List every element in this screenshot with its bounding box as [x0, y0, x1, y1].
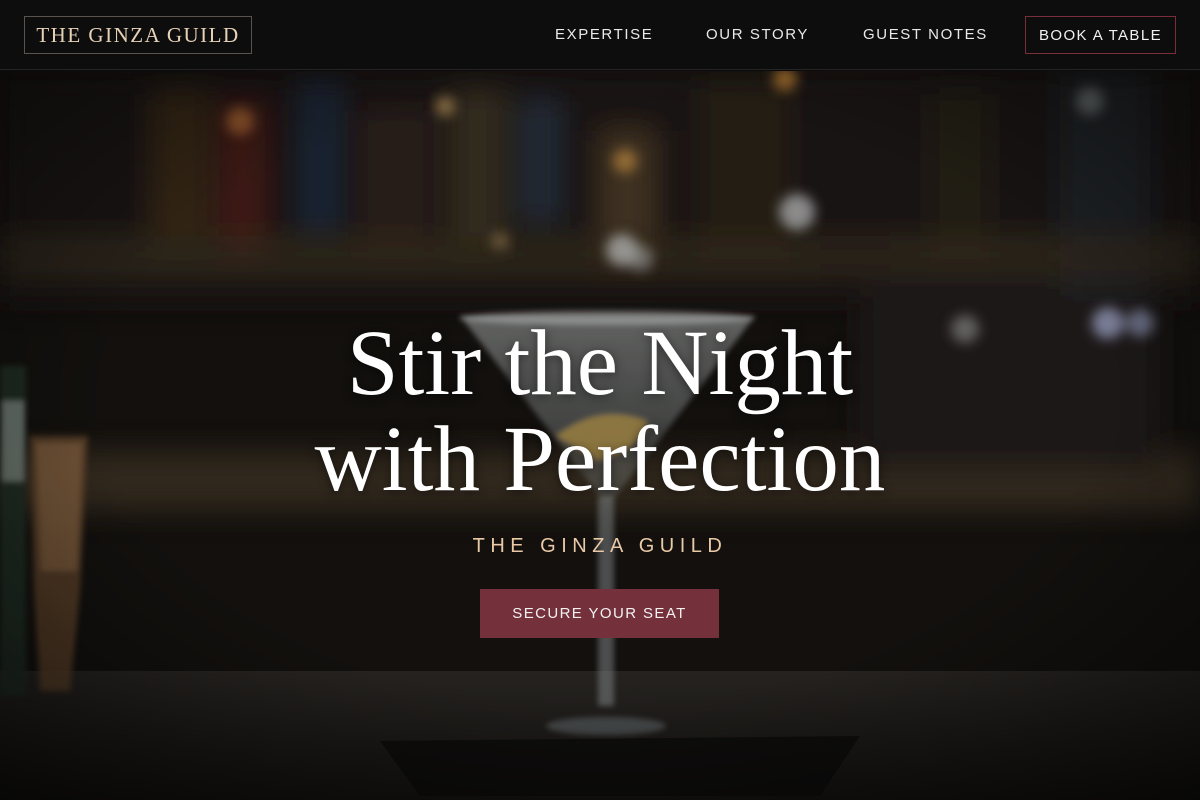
hero-section: Stir the Night with Perfection THE GINZA… [0, 71, 1200, 800]
book-table-button[interactable]: BOOK A TABLE [1025, 16, 1176, 54]
secure-seat-button[interactable]: SECURE YOUR SEAT [480, 589, 719, 638]
hero-tagline: THE GINZA GUILD [472, 535, 728, 557]
site-header: THE GINZA GUILD EXPERTISE OUR STORY GUES… [0, 0, 1200, 70]
hero-headline: Stir the Night with Perfection [200, 316, 1000, 508]
headline-line-1: Stir the Night [346, 312, 854, 415]
nav-link-guest-notes[interactable]: GUEST NOTES [863, 24, 988, 46]
headline-line-2: with Perfection [314, 408, 886, 511]
logo[interactable]: THE GINZA GUILD [24, 16, 252, 54]
nav-link-expertise[interactable]: EXPERTISE [555, 24, 653, 46]
nav-link-our-story[interactable]: OUR STORY [706, 24, 809, 46]
